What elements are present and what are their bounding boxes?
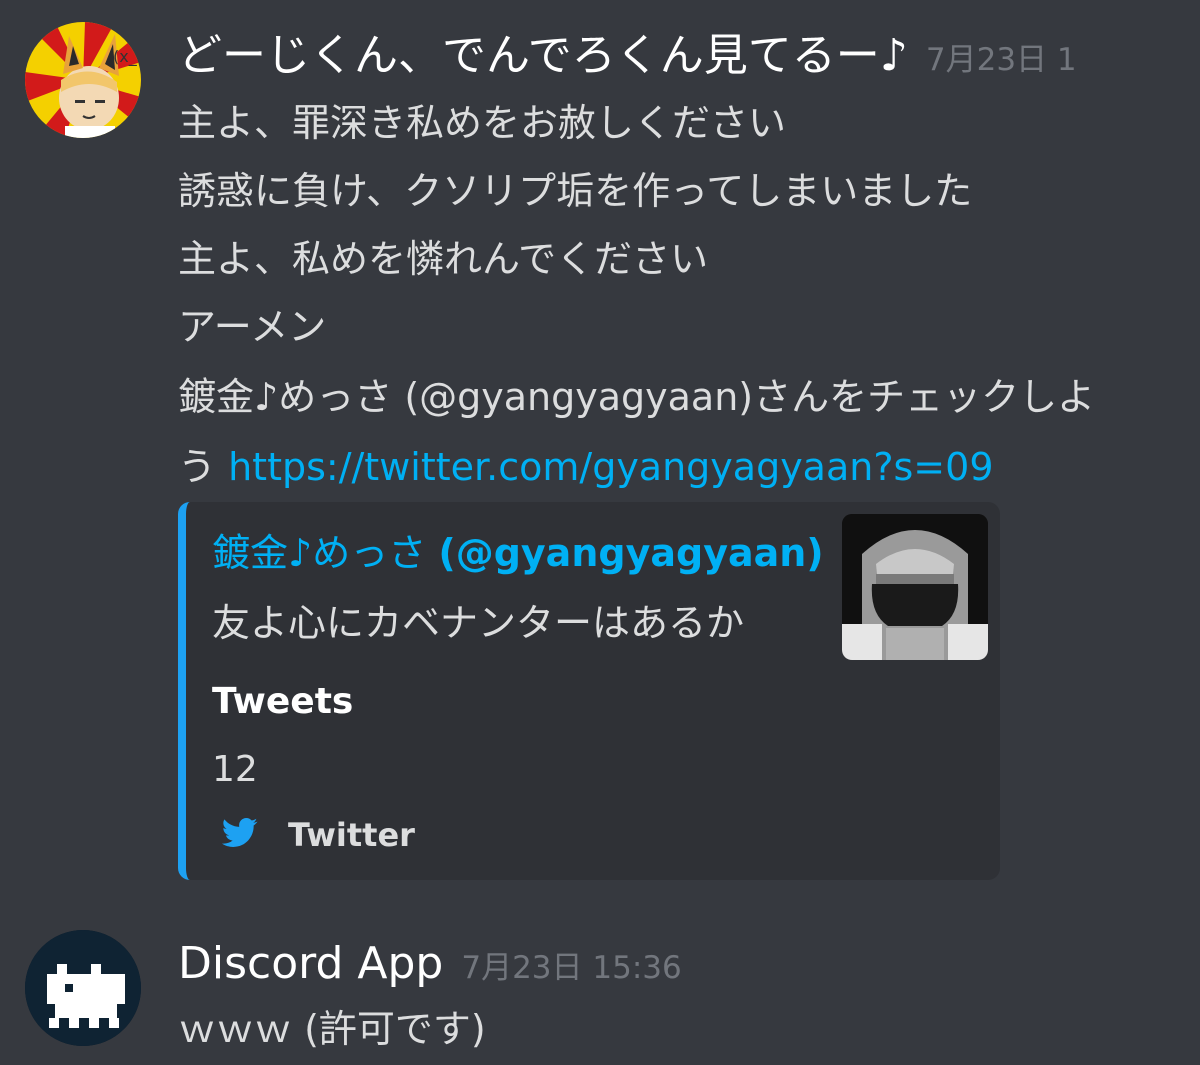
avatar-image: (x_ [25,22,141,138]
message-line: 主よ、罪深き私めをお赦しください [178,101,787,145]
embed-field-value: 12 [212,749,258,790]
embed-author[interactable]: 鍍金♪めっさ (@gyangyagyaan) [212,528,824,578]
twitter-bird-icon [222,818,258,852]
embed-author-handle[interactable]: (@gyangyagyaan) [438,531,823,575]
helmet-thumbnail-image [842,514,988,660]
embed-description: 友よ心にカベナンターはあるか [212,601,745,645]
embed-footer-text: Twitter [288,816,415,854]
username[interactable]: Discord App 7月23日 15:36 [178,936,682,996]
message-text: う [178,445,229,489]
message-line: 主よ、私めを憐れんでください [178,237,709,281]
link-embed: 鍍金♪めっさ (@gyangyagyaan) 友よ心にカベナンターはあるか Tw… [178,502,1000,880]
svg-text:(x_: (x_ [113,47,138,67]
message-2: Discord App 7月23日 15:36 ｗｗｗ (許可です) [0,900,1200,1065]
username[interactable]: どーじくん、でんでろくん見てるー♪ 7月23日 1 [178,28,1077,88]
embed-author-name[interactable]: 鍍金♪めっさ [212,531,438,575]
embed-field-name: Tweets [212,681,354,722]
timestamp: 7月23日 15:36 [461,950,682,986]
timestamp: 7月23日 1 [925,42,1077,78]
embed-footer: Twitter [222,810,415,860]
message-line: 誘惑に負け、クソリプ垢を作ってしまいました [178,169,973,213]
username-text[interactable]: どーじくん、でんでろくん見てるー♪ [178,30,908,81]
message-line: アーメン [178,305,327,349]
twitter-link[interactable]: https://twitter.com/gyangyagyaan?s=09 [228,445,993,489]
discord-app-avatar[interactable] [25,930,141,1046]
message-line: う https://twitter.com/gyangyagyaan?s=09 [178,442,994,492]
pixel-creature-icon [25,930,141,1046]
message-line: 鍍金♪めっさ (@gyangyagyaan)さんをチェックしよ [178,375,1096,419]
user-avatar[interactable]: (x_ [25,22,141,138]
message-line: ｗｗｗ (許可です) [178,1007,486,1051]
embed-thumbnail[interactable] [842,514,988,660]
username-text[interactable]: Discord App [178,938,443,989]
message-1: (x_ どーじくん、でんでろくん見てるー♪ 7月23日 1 主よ、罪深き私めをお赦… [0,0,1200,900]
